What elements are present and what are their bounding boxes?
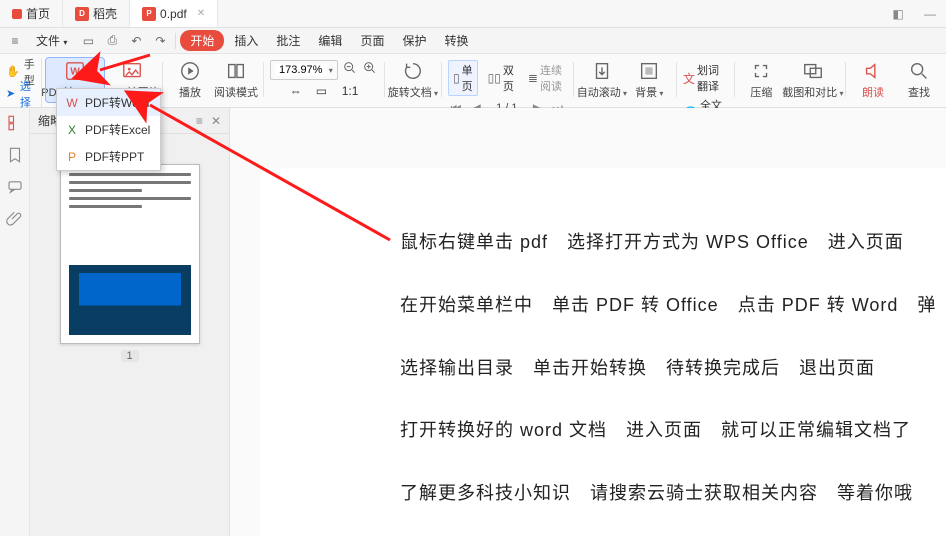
print-icon[interactable]: ⎙ (101, 30, 123, 52)
find-button[interactable]: 查找 (898, 58, 940, 102)
speaker-icon (862, 60, 884, 82)
page-thumbnail[interactable]: 1 (60, 164, 200, 362)
single-page-button[interactable]: ▯ 单页 (448, 60, 478, 96)
menu-insert[interactable]: 插入 (226, 29, 266, 52)
doc-line: 鼠标右键单击 pdf 选择打开方式为 WPS Office 进入页面 (400, 228, 946, 257)
selection-mode-column: ✋ 手型 ➤ 选择 (6, 58, 42, 107)
actual-size-icon[interactable]: 1:1 (342, 84, 358, 98)
chevron-down-icon[interactable]: ▾ (329, 66, 333, 75)
book-icon (225, 60, 247, 82)
undo-icon[interactable]: ↶ (125, 30, 147, 52)
thumbnails-icon[interactable] (6, 114, 24, 132)
rotate-button[interactable]: 旋转文档 ▾ (391, 58, 436, 102)
side-icon-strip (0, 108, 30, 536)
rotate-icon (402, 60, 424, 82)
fit-page-icon[interactable]: ▭ (316, 84, 332, 98)
dropdown-pdf-to-excel[interactable]: X PDF转Excel (57, 116, 160, 143)
dropdown-pdf-to-ppt[interactable]: P PDF转PPT (57, 143, 160, 170)
double-page-icon: ▯▯ (488, 71, 501, 85)
background-icon (638, 60, 660, 82)
image-icon (121, 60, 143, 82)
menu-protect[interactable]: 保护 (394, 29, 434, 52)
compress-icon (750, 60, 772, 82)
document-page: 鼠标右键单击 pdf 选择打开方式为 WPS Office 进入页面 在开始菜单… (260, 168, 946, 536)
play-icon (179, 60, 201, 82)
title-bar: 首页 D 稻壳 P 0.pdf ✕ ◧ — (0, 0, 946, 28)
play-button[interactable]: 播放 (169, 58, 211, 102)
open-icon[interactable]: ▭ (77, 30, 99, 52)
pdf-icon: P (142, 7, 156, 21)
redo-icon[interactable]: ↷ (149, 30, 171, 52)
continuous-read-button[interactable]: ≣ 连续阅读 (524, 60, 567, 96)
window-minimize-icon[interactable]: — (914, 0, 946, 27)
word-icon: W (65, 96, 79, 110)
compress-button[interactable]: 压缩 (740, 58, 782, 102)
close-tab-icon[interactable]: ✕ (197, 8, 205, 19)
cursor-icon: ➤ (6, 87, 16, 101)
word-doc-icon: W (64, 60, 86, 82)
hand-icon: ✋ (6, 65, 20, 79)
excel-icon: X (65, 123, 79, 137)
docer-icon: D (75, 7, 89, 21)
document-viewport[interactable]: 鼠标右键单击 pdf 选择打开方式为 WPS Office 进入页面 在开始菜单… (230, 108, 946, 536)
svg-text:W: W (70, 67, 80, 78)
single-page-icon: ▯ (453, 71, 460, 85)
select-tool[interactable]: ➤ 选择 (6, 83, 35, 105)
menu-convert[interactable]: 转换 (436, 29, 476, 52)
word-translate-button[interactable]: 文 划词翻译 (683, 62, 728, 94)
thumbnail-panel: 缩略图 ≡ ✕ 1 (30, 108, 230, 536)
zoom-out-icon[interactable] (342, 60, 358, 79)
doc-line: 在开始菜单栏中 单击 PDF 转 Office 点击 PDF 转 Word 弹 (400, 291, 946, 320)
auto-scroll-button[interactable]: 自动滚动 ▾ (579, 58, 624, 102)
read-mode-button[interactable]: 阅读模式 (215, 58, 257, 102)
translate-icon: 文 (683, 70, 695, 87)
zoom-input[interactable]: ▾ (270, 60, 338, 80)
zoom-value-field[interactable] (275, 64, 327, 76)
close-panel-icon[interactable]: ✕ (211, 114, 221, 128)
home-icon (12, 9, 22, 19)
continuous-icon: ≣ (528, 71, 538, 85)
screenshot-icon (802, 60, 824, 82)
double-page-button[interactable]: ▯▯ 双页 (484, 60, 518, 96)
bookmark-icon[interactable] (6, 146, 24, 164)
doc-line: 选择输出目录 单击开始转换 待转换完成后 退出页面 (400, 354, 946, 383)
tab-document[interactable]: P 0.pdf ✕ (130, 0, 218, 27)
search-icon (908, 60, 930, 82)
menu-edit[interactable]: 编辑 (310, 29, 350, 52)
tab-label: 首页 (26, 5, 50, 22)
fit-width-icon[interactable]: ⇔ (290, 84, 306, 98)
tab-label: 0.pdf (160, 7, 187, 21)
menu-annotate[interactable]: 批注 (268, 29, 308, 52)
attachment-icon[interactable] (6, 210, 24, 228)
window-restore-icon[interactable]: ◧ (882, 0, 914, 27)
menu-icon[interactable]: ≡ (4, 30, 26, 52)
panel-menu-icon[interactable]: ≡ (196, 114, 203, 128)
menu-start[interactable]: 开始 (180, 30, 224, 51)
zoom-in-icon[interactable] (362, 60, 378, 79)
thumbnail-preview-image (69, 265, 191, 335)
tab-home[interactable]: 首页 (0, 0, 63, 27)
menu-page[interactable]: 页面 (352, 29, 392, 52)
doc-line: 打开转换好的 word 文档 进入页面 就可以正常编辑文档了 (400, 416, 946, 445)
doc-line: 了解更多科技小知识 请搜索云骑士获取相关内容 等着你哦 (400, 479, 946, 508)
comment-icon[interactable] (6, 178, 24, 196)
tab-label: 稻壳 (93, 5, 117, 22)
ppt-icon: P (65, 150, 79, 164)
compare-button[interactable]: 截图和对比 ▾ (786, 58, 839, 102)
background-button[interactable]: 背景 ▾ (628, 58, 670, 102)
read-aloud-button[interactable]: 朗读 (852, 58, 894, 102)
dropdown-pdf-to-word[interactable]: W PDF转Word (57, 89, 160, 116)
thumbnail-page-number: 1 (121, 350, 139, 362)
pdf-to-office-dropdown: W PDF转Word X PDF转Excel P PDF转PPT (56, 88, 161, 171)
auto-scroll-icon (591, 60, 613, 82)
tab-docer[interactable]: D 稻壳 (63, 0, 130, 27)
menu-bar: ≡ 文件 ▾ ▭ ⎙ ↶ ↷ 开始 插入 批注 编辑 页面 保护 转换 (0, 28, 946, 54)
menu-file[interactable]: 文件 ▾ (28, 29, 75, 52)
